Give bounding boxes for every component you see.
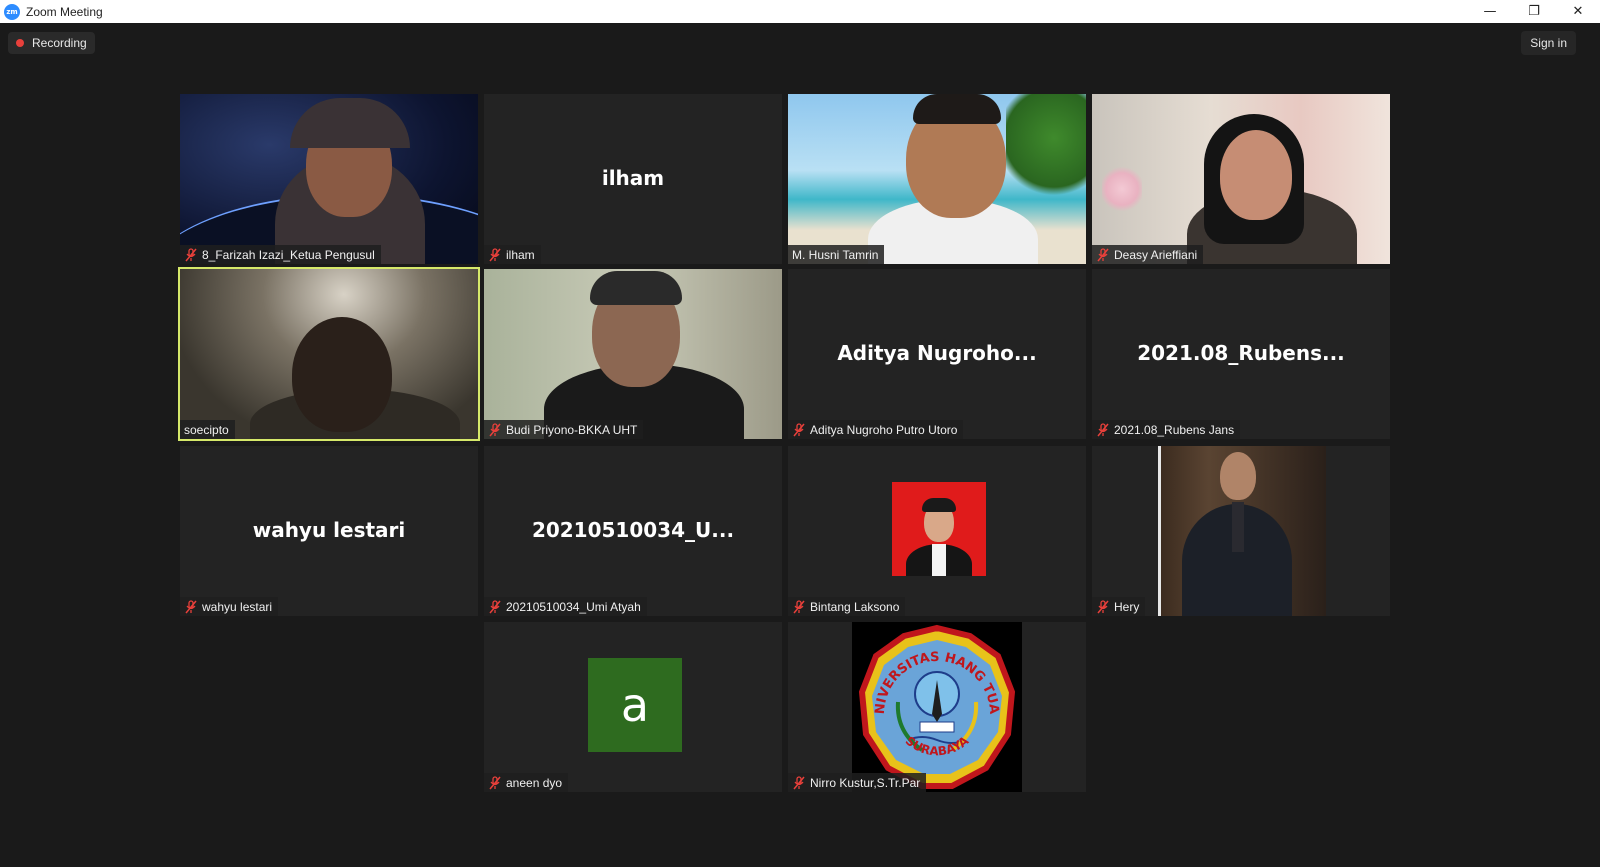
video-feed	[788, 94, 1086, 264]
university-logo: UNIVERSITAS HANG TUAH SURABAYA	[847, 622, 1022, 792]
zoom-logo-icon: zm	[4, 3, 20, 20]
video-feed	[180, 94, 478, 264]
video-feed	[1092, 94, 1390, 264]
participant-nameplate: Nirro Kustur,S.Tr.Par	[788, 773, 927, 792]
participant-tile[interactable]: Deasy Arieffiani	[1092, 94, 1390, 264]
participant-tile[interactable]: UNIVERSITAS HANG TUAH SURABAYA Nirro Kus…	[788, 622, 1086, 792]
recording-label: Recording	[32, 36, 87, 50]
participant-name: Aditya Nugroho Putro Utoro	[810, 422, 958, 437]
participant-name: ilham	[506, 247, 535, 262]
mic-muted-icon	[489, 247, 501, 261]
participant-tile[interactable]: Aditya Nugroho... Aditya Nugroho Putro U…	[788, 269, 1086, 439]
participant-display-name: Aditya Nugroho...	[837, 341, 1037, 365]
participant-nameplate: wahyu lestari	[180, 597, 279, 616]
participant-tile[interactable]: 2021.08_Rubens... 2021.08_Rubens Jans	[1092, 269, 1390, 439]
participant-name: soecipto	[184, 422, 229, 437]
participant-name: aneen dyo	[506, 775, 563, 790]
participant-tile[interactable]: M. Husni Tamrin	[788, 94, 1086, 264]
participant-tile[interactable]: 8_Farizah Izazi_Ketua Pengusul	[180, 94, 478, 264]
participant-name: Hery	[1114, 599, 1140, 614]
mic-muted-icon	[1097, 247, 1109, 261]
mic-muted-icon	[1097, 599, 1109, 613]
participant-name: 20210510034_Umi Atyah	[506, 599, 641, 614]
mic-muted-icon	[489, 599, 501, 613]
participant-name: Deasy Arieffiani	[1114, 247, 1198, 262]
video-feed	[180, 269, 478, 439]
participant-tile[interactable]: wahyu lestari wahyu lestari	[180, 446, 478, 616]
participant-tile-active-speaker[interactable]: soecipto	[178, 267, 480, 441]
participant-nameplate: 8_Farizah Izazi_Ketua Pengusul	[180, 245, 381, 264]
mic-muted-icon	[185, 247, 197, 261]
participant-nameplate: Deasy Arieffiani	[1092, 245, 1204, 264]
participant-name: 2021.08_Rubens Jans	[1114, 422, 1235, 437]
participant-nameplate: M. Husni Tamrin	[788, 245, 885, 264]
participant-name: Budi Priyono-BKKA UHT	[506, 422, 638, 437]
participant-tile[interactable]: Budi Priyono-BKKA UHT	[484, 269, 782, 439]
participant-nameplate: 20210510034_Umi Atyah	[484, 597, 647, 616]
participant-display-name: 2021.08_Rubens...	[1137, 341, 1345, 365]
participant-nameplate: soecipto	[180, 420, 235, 439]
mic-muted-icon	[793, 422, 805, 436]
participant-name: wahyu lestari	[202, 599, 273, 614]
restore-button[interactable]: ❐	[1512, 0, 1556, 23]
recording-indicator[interactable]: Recording	[8, 32, 95, 54]
participant-nameplate: 2021.08_Rubens Jans	[1092, 420, 1241, 439]
window-title-bar: zm Zoom Meeting — ❐ ✕	[0, 0, 1600, 23]
participant-nameplate: aneen dyo	[484, 773, 569, 792]
mic-muted-icon	[185, 599, 197, 613]
participant-nameplate: Bintang Laksono	[788, 597, 906, 616]
participant-nameplate: Budi Priyono-BKKA UHT	[484, 420, 644, 439]
recording-dot-icon	[16, 39, 24, 47]
participant-tile[interactable]: 20210510034_U... 20210510034_Umi Atyah	[484, 446, 782, 616]
participant-name: Nirro Kustur,S.Tr.Par	[810, 775, 921, 790]
participant-tile[interactable]: a aneen dyo	[484, 622, 782, 792]
minimize-button[interactable]: —	[1468, 0, 1512, 23]
profile-picture	[892, 482, 986, 576]
mic-muted-icon	[1097, 422, 1109, 436]
participant-display-name: wahyu lestari	[252, 518, 406, 542]
participant-tile[interactable]: Hery	[1092, 446, 1390, 616]
participant-tile[interactable]: Bintang Laksono	[788, 446, 1086, 616]
participant-display-name: 20210510034_U...	[531, 518, 735, 542]
participant-tile[interactable]: ilham ilham	[484, 94, 782, 264]
sign-in-button[interactable]: Sign in	[1521, 31, 1576, 55]
close-button[interactable]: ✕	[1556, 0, 1600, 23]
avatar-letter: a	[588, 658, 682, 752]
participant-display-name: ilham	[601, 166, 665, 190]
mic-muted-icon	[793, 599, 805, 613]
participant-nameplate: Hery	[1092, 597, 1146, 616]
participant-nameplate: Aditya Nugroho Putro Utoro	[788, 420, 964, 439]
video-feed	[484, 269, 782, 439]
mic-muted-icon	[489, 422, 501, 436]
mic-muted-icon	[489, 775, 501, 789]
window-controls: — ❐ ✕	[1468, 0, 1600, 23]
participant-name: M. Husni Tamrin	[792, 247, 879, 262]
participant-name: Bintang Laksono	[810, 599, 900, 614]
video-feed	[1158, 446, 1326, 616]
mic-muted-icon	[793, 775, 805, 789]
window-title: Zoom Meeting	[26, 4, 103, 19]
participant-name: 8_Farizah Izazi_Ketua Pengusul	[202, 247, 375, 262]
participant-nameplate: ilham	[484, 245, 541, 264]
